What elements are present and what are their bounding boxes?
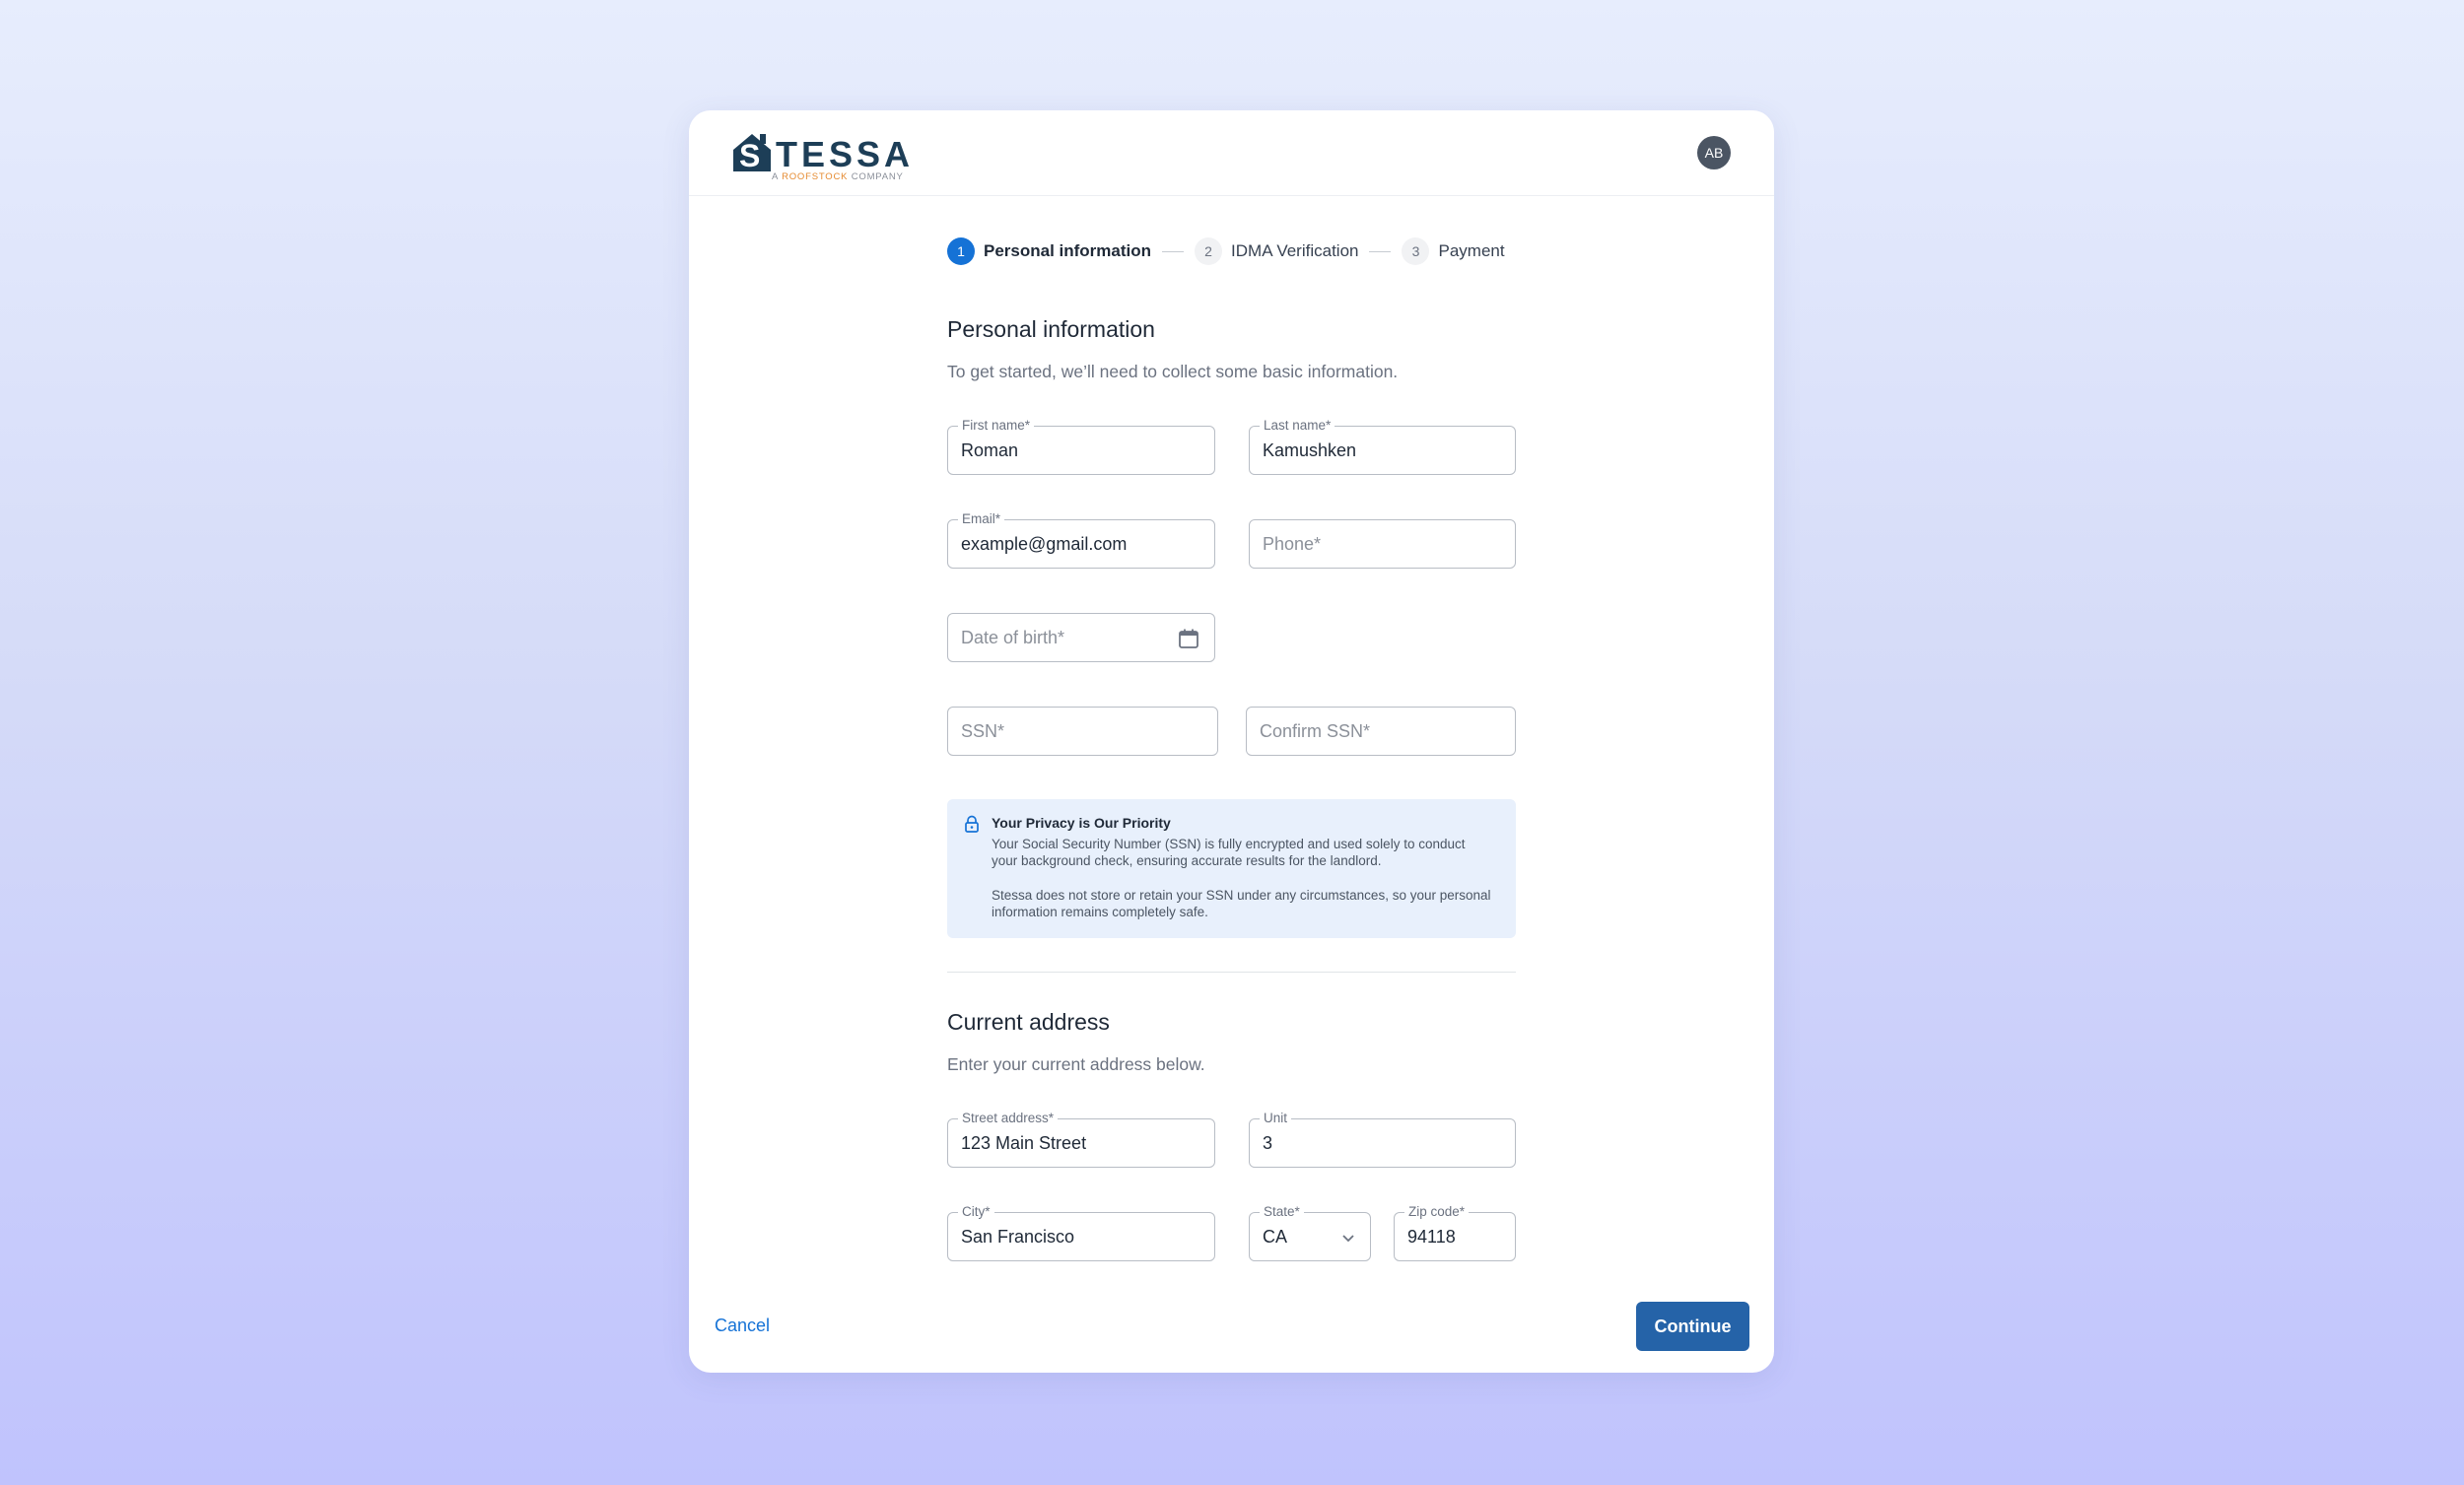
logo-wordmark: TESSA bbox=[776, 134, 915, 174]
stessa-logo[interactable]: S TESSA A ROOFSTOCK COMPANY bbox=[730, 130, 910, 182]
privacy-notice: Your Privacy is Our Priority Your Social… bbox=[947, 799, 1516, 938]
field-label: Email* bbox=[958, 511, 1005, 527]
field-label: Last name* bbox=[1260, 418, 1335, 434]
phone-field[interactable]: Phone* bbox=[1249, 519, 1516, 569]
field-label: Unit bbox=[1260, 1111, 1292, 1126]
step-personal-information[interactable]: 1 Personal information bbox=[947, 237, 1151, 265]
form-card: S TESSA A ROOFSTOCK COMPANY AB 1 Persona… bbox=[689, 110, 1774, 1373]
city-field[interactable]: City* San Francisco bbox=[947, 1204, 1215, 1261]
field-placeholder: Date of birth* bbox=[961, 628, 1065, 647]
step-label: Personal information bbox=[984, 241, 1152, 260]
calendar-icon[interactable] bbox=[1177, 627, 1200, 650]
step-label: IDMA Verification bbox=[1231, 241, 1359, 260]
progress-stepper: 1 Personal information 2 IDMA Verificati… bbox=[947, 236, 1505, 266]
privacy-title: Your Privacy is Our Priority bbox=[992, 815, 1171, 831]
top-bar: S TESSA A ROOFSTOCK COMPANY AB bbox=[689, 110, 1774, 196]
field-value: 94118 bbox=[1407, 1227, 1456, 1247]
unit-field[interactable]: Unit 3 bbox=[1249, 1111, 1516, 1168]
field-label: Zip code* bbox=[1404, 1204, 1470, 1220]
confirm-ssn-field[interactable]: Confirm SSN* bbox=[1246, 707, 1516, 756]
field-label: State* bbox=[1260, 1204, 1304, 1220]
logo-initial: S bbox=[739, 138, 761, 173]
email-field[interactable]: Email* example@gmail.com bbox=[947, 511, 1215, 569]
last-name-field[interactable]: Last name* Kamushken bbox=[1249, 418, 1516, 475]
privacy-text-secondary: Stessa does not store or retain your SSN… bbox=[992, 888, 1491, 919]
step-label: Payment bbox=[1438, 241, 1505, 260]
section-divider bbox=[947, 972, 1516, 973]
field-value: San Francisco bbox=[961, 1227, 1075, 1247]
step-number: 3 bbox=[1402, 237, 1430, 265]
field-placeholder: Confirm SSN* bbox=[1260, 721, 1371, 741]
step-payment[interactable]: 3 Payment bbox=[1402, 237, 1505, 265]
state-select[interactable]: State* CA bbox=[1249, 1204, 1371, 1261]
field-value: CA bbox=[1263, 1227, 1288, 1247]
lock-icon bbox=[965, 815, 979, 833]
field-value: example@gmail.com bbox=[961, 534, 1128, 554]
logo-tagline: A ROOFSTOCK COMPANY bbox=[772, 171, 904, 182]
street-address-field[interactable]: Street address* 123 Main Street bbox=[947, 1111, 1215, 1168]
step-idma-verification[interactable]: 2 IDMA Verification bbox=[1195, 237, 1358, 265]
zip-code-field[interactable]: Zip code* 94118 bbox=[1394, 1204, 1516, 1261]
field-label: City* bbox=[958, 1204, 994, 1220]
continue-button[interactable]: Continue bbox=[1636, 1302, 1749, 1351]
first-name-field[interactable]: First name* Roman bbox=[947, 418, 1215, 475]
field-value: 3 bbox=[1263, 1133, 1273, 1153]
date-of-birth-field[interactable]: Date of birth* bbox=[947, 613, 1215, 662]
cancel-link[interactable]: Cancel bbox=[715, 1316, 770, 1336]
field-placeholder: Phone* bbox=[1263, 534, 1322, 554]
step-number: 2 bbox=[1195, 237, 1223, 265]
personal-info-subtitle: To get started, we’ll need to collect so… bbox=[947, 362, 1399, 381]
privacy-text: Your Social Security Number (SSN) is ful… bbox=[992, 837, 1466, 868]
field-value: Roman bbox=[961, 440, 1019, 460]
field-value: Kamushken bbox=[1263, 440, 1357, 460]
field-label: Street address* bbox=[958, 1111, 1059, 1126]
field-placeholder: SSN* bbox=[961, 721, 1005, 741]
current-address-title: Current address bbox=[947, 1009, 1110, 1035]
step-number: 1 bbox=[947, 237, 975, 265]
user-avatar[interactable]: AB bbox=[1697, 136, 1731, 169]
field-label: First name* bbox=[958, 418, 1035, 434]
personal-info-title: Personal information bbox=[947, 316, 1155, 342]
step-connector bbox=[1162, 250, 1185, 252]
ssn-field[interactable]: SSN* bbox=[947, 707, 1218, 756]
current-address-subtitle: Enter your current address below. bbox=[947, 1054, 1205, 1074]
field-value: 123 Main Street bbox=[961, 1133, 1087, 1153]
chevron-down-icon bbox=[1342, 1235, 1354, 1243]
step-connector bbox=[1369, 250, 1392, 252]
